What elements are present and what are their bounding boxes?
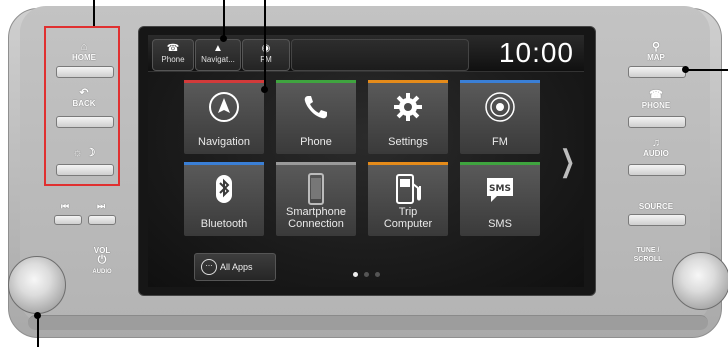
status-bar: ☎ Phone ▲ Navigat... ◉ FM 10:00 — [148, 35, 584, 72]
app-tile-settings[interactable]: Settings — [368, 80, 448, 154]
callout-line — [93, 0, 95, 26]
quick-fm-button[interactable]: ◉ FM — [242, 39, 290, 71]
map-icon: ⚲ — [651, 41, 661, 53]
quick-navigation-label: Navigat... — [201, 55, 235, 64]
callout-dot — [261, 86, 268, 93]
callout-line — [686, 69, 728, 71]
tune-scroll-label: TUNE / SCROLL — [633, 247, 663, 263]
callout-line — [264, 0, 266, 88]
tune-scroll-knob[interactable] — [672, 252, 728, 310]
app-label: Smartphone Connection — [286, 206, 346, 230]
audio-label: AUDIO — [643, 149, 669, 158]
app-tile-fm[interactable]: FM — [460, 80, 540, 154]
tile-accent — [460, 80, 540, 83]
callout-dot — [220, 35, 227, 42]
highlight-box — [44, 26, 120, 186]
tile-accent — [276, 80, 356, 83]
bluetooth-icon — [184, 172, 264, 206]
all-apps-label: All Apps — [220, 262, 253, 272]
touchscreen: ☎ Phone ▲ Navigat... ◉ FM 10:00 Navigati… — [148, 35, 584, 287]
app-label: Navigation — [198, 136, 250, 148]
tile-accent — [276, 162, 356, 165]
phone-icon — [276, 90, 356, 124]
svg-text:SMS: SMS — [489, 184, 511, 194]
page-dot — [364, 272, 369, 277]
vol-power-label: VOL ⏻ AUDIO — [84, 246, 120, 277]
app-label: Bluetooth — [200, 218, 248, 230]
volume-knob[interactable] — [8, 256, 66, 314]
fuel-pump-icon — [368, 172, 448, 206]
skip-back-icon: ⏮ — [60, 201, 70, 211]
page-indicator — [353, 264, 386, 282]
radio-antenna-icon: ◉ — [243, 43, 289, 55]
app-label: FM — [492, 136, 508, 148]
app-label: Trip Computer — [383, 206, 433, 230]
chevron-right-icon[interactable]: ❯ — [560, 144, 575, 179]
callout-dot — [34, 312, 41, 319]
all-apps-button[interactable]: ⋯ All Apps — [194, 253, 276, 281]
app-tile-sms[interactable]: SMS SMS — [460, 162, 540, 236]
app-label: SMS — [488, 218, 512, 230]
tile-accent — [368, 162, 448, 165]
app-tile-navigation[interactable]: Navigation — [184, 80, 264, 154]
tile-accent — [460, 162, 540, 165]
page-dot — [353, 272, 358, 277]
gear-icon — [368, 90, 448, 124]
navigation-arrow-icon — [184, 90, 264, 124]
phone-icon: ☎ — [649, 89, 663, 101]
status-bar-blank-area — [291, 39, 469, 71]
map-label: MAP — [647, 53, 665, 62]
quick-phone-button[interactable]: ☎ Phone — [152, 39, 194, 71]
app-tile-bluetooth[interactable]: Bluetooth — [184, 162, 264, 236]
page-dot — [375, 272, 380, 277]
app-tile-trip-computer[interactable]: Trip Computer — [368, 162, 448, 236]
faceplate-bottom-lip — [28, 315, 708, 330]
quick-fm-label: FM — [260, 55, 272, 64]
callout-dot — [682, 66, 689, 73]
skip-forward-icon: ⏭ — [96, 201, 106, 211]
phone-label: PHONE — [641, 101, 671, 110]
app-tile-phone[interactable]: Phone — [276, 80, 356, 154]
phone-icon: ☎ — [166, 43, 180, 54]
smartphone-icon — [276, 172, 356, 206]
sms-bubble-icon: SMS — [460, 172, 540, 206]
music-note-icon: ♫ — [651, 137, 661, 149]
tile-accent — [184, 80, 264, 83]
quick-phone-label: Phone — [161, 55, 185, 64]
quick-navigation-button[interactable]: ▲ Navigat... — [195, 39, 241, 71]
app-label: Settings — [388, 136, 428, 148]
audio-label-left: AUDIO — [92, 269, 112, 275]
source-label: SOURCE — [638, 202, 674, 211]
radio-antenna-icon — [460, 90, 540, 124]
navigation-arrow-icon: ▲ — [213, 43, 223, 54]
tile-accent — [368, 80, 448, 83]
app-tile-smartphone-connection[interactable]: Smartphone Connection — [276, 162, 356, 236]
app-label: Phone — [300, 136, 332, 148]
callout-line — [223, 0, 225, 38]
tile-accent — [184, 162, 264, 165]
grid-dots-icon: ⋯ — [201, 259, 217, 275]
power-icon: ⏻ — [97, 254, 107, 266]
clock: 10:00 — [498, 37, 574, 68]
